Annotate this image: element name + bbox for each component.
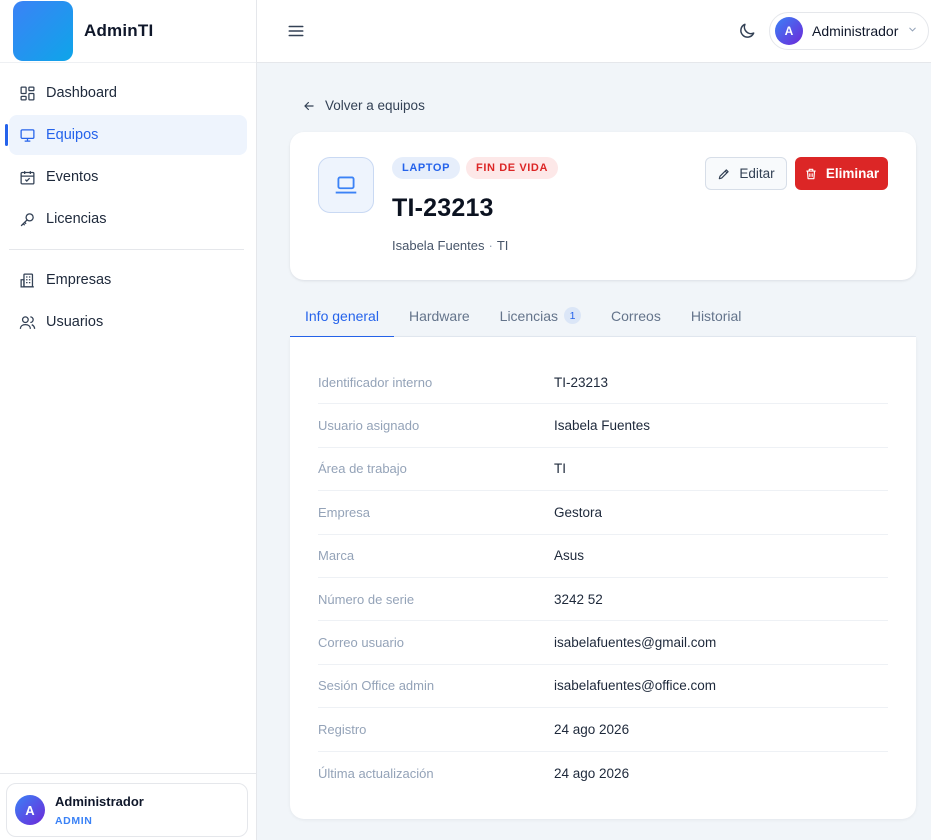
tab-label: Info general [305, 307, 379, 324]
sidebar-item-eventos[interactable]: Eventos [9, 157, 247, 197]
sidebar-item-dashboard[interactable]: Dashboard [9, 73, 247, 113]
detail-tabs: Info general Hardware Licencias 1 Correo… [290, 294, 916, 338]
moon-icon[interactable] [737, 21, 757, 41]
status-badge: FIN DE VIDA [466, 157, 559, 179]
brand: AdminTI [0, 0, 256, 63]
tab-correos[interactable]: Correos [596, 294, 676, 337]
info-general-panel: Identificador interno TI-23213 Usuario a… [290, 337, 916, 819]
detail-value: TI-23213 [554, 374, 609, 390]
sidebar: AdminTI Dashboard Equipos Eventos Licenc… [0, 0, 257, 840]
pencil-icon [719, 168, 730, 179]
back-link[interactable]: Volver a equipos [302, 98, 425, 113]
users-icon [18, 313, 36, 331]
tab-historial[interactable]: Historial [676, 294, 757, 337]
detail-value: isabelafuentes@gmail.com [554, 635, 717, 651]
detail-row: Última actualización 24 ago 2026 [318, 752, 888, 795]
detail-label: Correo usuario [318, 635, 404, 651]
calendar-icon [18, 168, 36, 186]
detail-row: Marca Asus [318, 535, 888, 578]
detail-label: Sesión Office admin [318, 678, 435, 694]
detail-value: Gestora [554, 504, 603, 520]
user-menu-button[interactable]: A Administrador [769, 12, 929, 50]
detail-label: Última actualización [318, 765, 434, 781]
tab-count-badge: 1 [564, 307, 582, 324]
detail-label: Usuario asignado [318, 418, 420, 434]
detail-row: Empresa Gestora [318, 491, 888, 535]
detail-label: Identificador interno [318, 374, 433, 390]
equipment-header-card: LAPTOP FIN DE VIDA TI-23213 Isabela Fuen… [290, 132, 916, 280]
sidebar-item-licencias[interactable]: Licencias [9, 199, 247, 239]
sidebar-divider [9, 249, 244, 250]
tab-licencias[interactable]: Licencias 1 [485, 294, 596, 337]
topbar: A Administrador [257, 0, 931, 63]
brand-logo[interactable] [13, 1, 73, 61]
detail-label: Registro [318, 721, 367, 737]
sidebar-user-info: Administrador ADMIN [55, 794, 144, 827]
detail-row: Área de trabajo TI [318, 448, 888, 492]
equipment-area: TI [496, 238, 509, 253]
sidebar-user-role: ADMIN [55, 814, 93, 827]
detail-row: Correo usuario isabelafuentes@gmail.com [318, 621, 888, 665]
tab-info-general[interactable]: Info general [290, 294, 394, 338]
tab-label: Historial [690, 307, 742, 324]
tab-hardware[interactable]: Hardware [394, 294, 485, 337]
building-icon [18, 271, 36, 289]
detail-label: Área de trabajo [318, 461, 407, 477]
detail-value: isabelafuentes@office.com [554, 678, 717, 694]
sidebar-nav: Dashboard Equipos Eventos Licencias Empr… [0, 63, 256, 342]
detail-value: TI [554, 461, 566, 477]
sidebar-item-label: Usuarios [46, 314, 104, 330]
sidebar-item-label: Equipos [46, 127, 99, 143]
equipment-badges: LAPTOP FIN DE VIDA [392, 157, 559, 179]
user-menu-name: Administrador [812, 23, 899, 39]
detail-row: Sesión Office admin isabelafuentes@offic… [318, 665, 888, 709]
dashboard-icon [18, 84, 36, 102]
arrow-left-icon [304, 101, 314, 110]
sidebar-item-label: Dashboard [46, 85, 117, 101]
detail-row: Registro 24 ago 2026 [318, 708, 888, 752]
monitor-icon [18, 126, 36, 144]
tab-label: Licencias [499, 307, 559, 324]
tab-label: Hardware [408, 307, 470, 324]
delete-button-label: Eliminar [825, 166, 880, 181]
subtitle-separator: · [488, 238, 493, 253]
detail-label: Empresa [318, 504, 371, 520]
detail-value: Isabela Fuentes [554, 418, 651, 434]
page-title: TI-23213 [392, 194, 494, 222]
edit-button-label: Editar [739, 166, 775, 181]
detail-label: Número de serie [318, 591, 415, 607]
avatar: A [15, 795, 45, 825]
sidebar-item-empresas[interactable]: Empresas [9, 260, 247, 300]
back-link-label: Volver a equipos [325, 98, 425, 113]
avatar: A [775, 17, 803, 45]
detail-value: Asus [554, 548, 585, 564]
sidebar-item-label: Eventos [46, 169, 99, 185]
detail-row: Identificador interno TI-23213 [318, 361, 888, 405]
detail-row: Usuario asignado Isabela Fuentes [318, 404, 888, 448]
detail-value: 3242 52 [554, 591, 603, 607]
trash-icon [806, 168, 816, 179]
equipment-owner: Isabela Fuentes [392, 238, 485, 253]
detail-label: Marca [318, 548, 355, 564]
detail-row: Número de serie 3242 52 [318, 578, 888, 622]
sidebar-item-equipos[interactable]: Equipos [5, 115, 247, 155]
detail-value: 24 ago 2026 [554, 765, 630, 781]
sidebar-user-name: Administrador [55, 793, 144, 809]
type-badge: LAPTOP [392, 157, 461, 179]
sidebar-footer-divider [0, 773, 256, 774]
sidebar-item-label: Empresas [46, 272, 112, 288]
sidebar-user-card[interactable]: A Administrador ADMIN [6, 783, 248, 837]
sidebar-item-usuarios[interactable]: Usuarios [9, 302, 247, 342]
tab-label: Correos [611, 307, 661, 324]
edit-button[interactable]: Editar [705, 157, 787, 190]
sidebar-item-label: Licencias [46, 211, 107, 227]
delete-button[interactable]: Eliminar [795, 157, 888, 190]
equipment-subtitle: Isabela Fuentes · TI [392, 238, 508, 253]
laptop-icon [318, 157, 374, 213]
chevron-down-icon [907, 22, 918, 40]
key-icon [18, 210, 36, 228]
menu-icon[interactable] [287, 22, 305, 40]
brand-name: AdminTI [84, 21, 154, 40]
detail-value: 24 ago 2026 [554, 721, 630, 737]
